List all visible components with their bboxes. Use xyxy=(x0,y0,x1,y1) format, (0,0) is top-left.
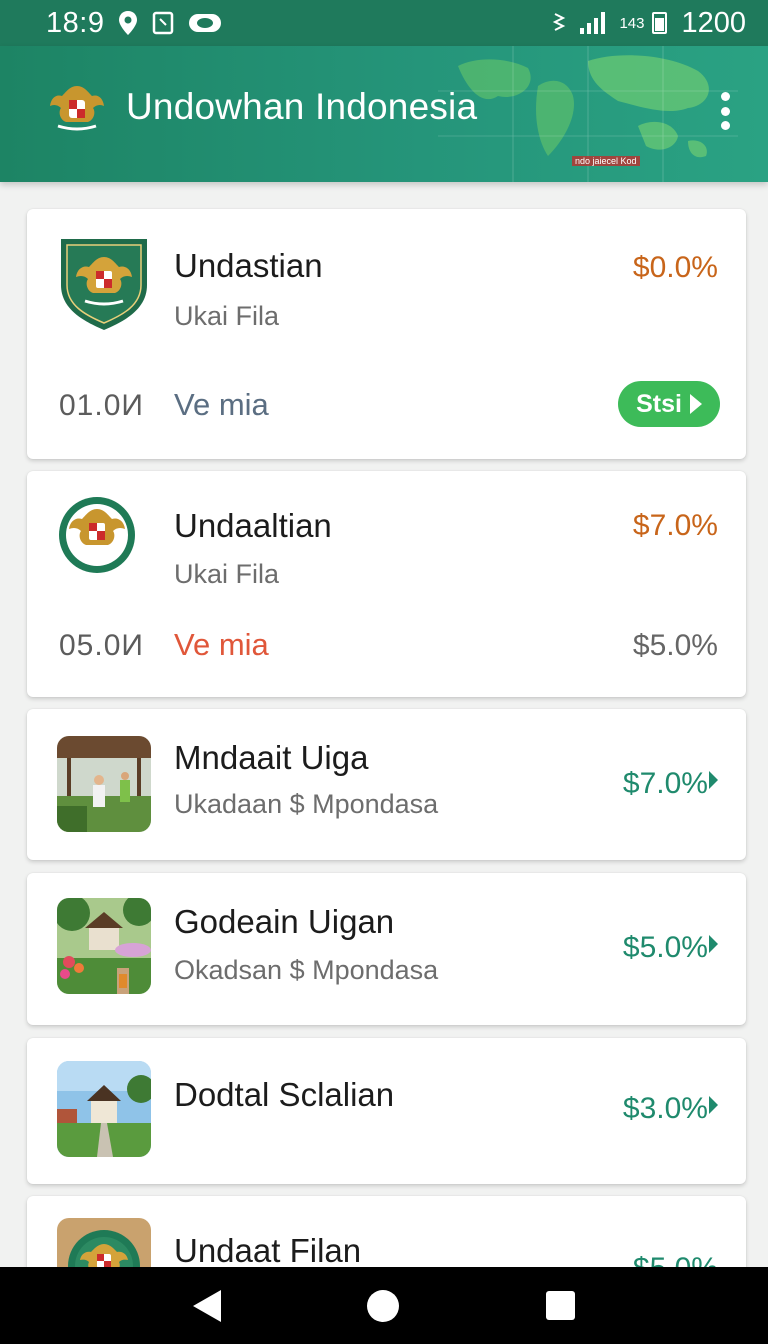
network-label: 143 xyxy=(619,14,645,32)
card-subtitle: Ukadaan $ Mpondasa xyxy=(174,789,439,819)
status-clock: 1200 xyxy=(681,6,746,39)
card-link[interactable]: Ve mia xyxy=(174,627,269,663)
list-item[interactable]: Undastian Ukai Fila $0.0% 01.0И Ve mia S… xyxy=(27,209,746,459)
status-chip-button[interactable]: Stsi xyxy=(618,381,720,427)
chevron-right-icon xyxy=(709,935,718,953)
card-percent-value: $3.0% xyxy=(622,1092,708,1125)
shield-emblem-icon xyxy=(61,239,147,330)
card-percent-secondary: $5.0% xyxy=(632,629,718,662)
card-title: Undaat Filan xyxy=(174,1232,362,1269)
card-subtitle: Ukai Fila xyxy=(174,301,280,331)
garden-photo-icon xyxy=(57,736,151,832)
list-item[interactable]: Godeain Uigan Okadsan $ Mpondasa $5.0% xyxy=(27,873,746,1025)
card-percent: $0.0% xyxy=(632,251,718,284)
map-caption: ndo jaiecel Kod xyxy=(572,156,640,166)
recents-icon[interactable] xyxy=(545,1291,575,1320)
card-title: Godeain Uigan xyxy=(174,903,395,940)
list-item[interactable]: Undaaltian Ukai Fila $7.0% 05.0И Ve mia … xyxy=(27,471,746,697)
vibrate-icon xyxy=(553,13,566,31)
card-title: Undastian xyxy=(174,247,323,284)
circle-emblem-icon xyxy=(59,497,135,573)
garuda-emblem-icon xyxy=(50,86,104,131)
card-amount: 05.0И xyxy=(59,629,144,662)
status-bar: 18:9 143 1200 xyxy=(0,0,768,46)
card-percent: $3.0% xyxy=(623,1092,718,1126)
home-icon[interactable] xyxy=(367,1289,400,1322)
card-percent: $7.0% xyxy=(623,767,718,801)
card-percent-value: $5.0% xyxy=(622,931,708,964)
play-arrow-icon xyxy=(689,394,702,414)
app-title: Undowhan Indonesia xyxy=(126,86,478,127)
more-vert-icon[interactable] xyxy=(710,90,740,132)
sim-card-icon xyxy=(153,11,174,35)
card-amount: 01.0И xyxy=(59,389,144,422)
status-time: 18:9 xyxy=(46,6,105,39)
card-subtitle: Ukai Fila xyxy=(174,559,280,589)
location-icon xyxy=(119,11,138,35)
signal-icon xyxy=(580,12,606,34)
back-icon[interactable] xyxy=(193,1289,222,1322)
card-title: Dodtal Sclalian xyxy=(174,1076,395,1113)
card-percent: $5.0% xyxy=(623,931,718,965)
pavilion-photo-icon xyxy=(57,1061,151,1157)
card-link[interactable]: Ve mia xyxy=(174,387,269,423)
toggle-icon xyxy=(189,14,222,32)
system-nav-bar xyxy=(0,1267,768,1344)
card-percent: $7.0% xyxy=(632,509,718,542)
list-item[interactable]: Mndaait Uiga Ukadaan $ Mpondasa $7.0% xyxy=(27,709,746,860)
list-item[interactable]: Dodtal Sclalian $3.0% xyxy=(27,1038,746,1184)
chevron-right-icon xyxy=(709,771,718,789)
chip-label: Stsi xyxy=(636,389,682,418)
chevron-right-icon xyxy=(709,1096,718,1114)
card-title: Mndaait Uiga xyxy=(174,739,369,776)
flower-garden-photo-icon xyxy=(57,898,151,994)
card-title: Undaaltian xyxy=(174,507,332,544)
card-subtitle: Okadsan $ Mpondasa xyxy=(174,955,439,985)
battery-icon xyxy=(652,12,668,34)
app-bar: Undowhan Indonesia ndo jaiecel Kod xyxy=(0,46,768,182)
card-percent-value: $7.0% xyxy=(622,767,708,800)
